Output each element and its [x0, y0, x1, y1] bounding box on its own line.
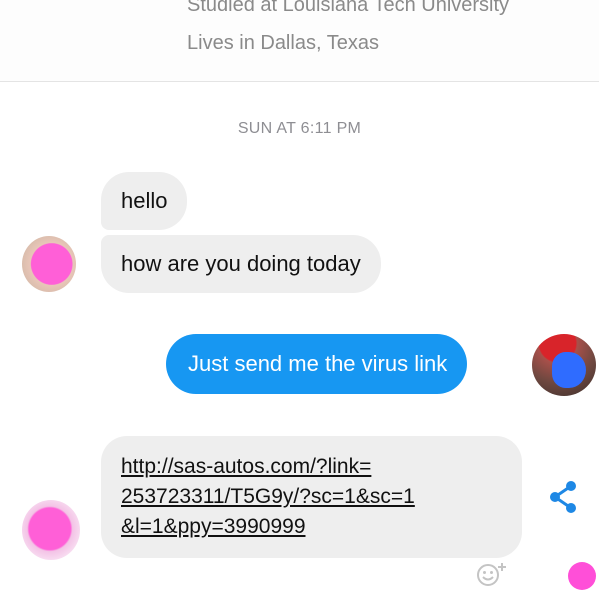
profile-location: Lives in Dallas, Texas	[187, 32, 379, 54]
profile-education: Studied at Louisiana Tech University	[187, 0, 510, 16]
link-line: http://sas-autos.com/?link=	[121, 455, 372, 478]
share-icon[interactable]	[546, 478, 580, 516]
own-avatar[interactable]	[532, 334, 596, 396]
add-reaction-icon[interactable]	[474, 560, 508, 590]
incoming-link-message[interactable]: http://sas-autos.com/?link= 253723311/T5…	[101, 436, 522, 558]
avatar-redaction	[552, 352, 586, 388]
incoming-message-bubble[interactable]: how are you doing today	[101, 235, 381, 293]
link-line: 253723311/T5G9y/?sc=1&sc=1	[121, 485, 415, 508]
sender-avatar[interactable]	[22, 500, 80, 560]
sender-avatar[interactable]	[22, 236, 76, 292]
seen-indicator-avatar	[568, 562, 596, 590]
incoming-message-bubble[interactable]: hello	[101, 172, 188, 230]
message-link[interactable]: http://sas-autos.com/?link= 253723311/T5…	[121, 452, 502, 542]
profile-info-header: Studied at Louisiana Tech University Liv…	[0, 0, 599, 82]
link-line: &l=1&ppy=3990999	[121, 515, 306, 538]
message-timestamp: SUN AT 6:11 PM	[237, 120, 362, 137]
outgoing-message-bubble[interactable]: Just send me the virus link	[166, 334, 468, 394]
